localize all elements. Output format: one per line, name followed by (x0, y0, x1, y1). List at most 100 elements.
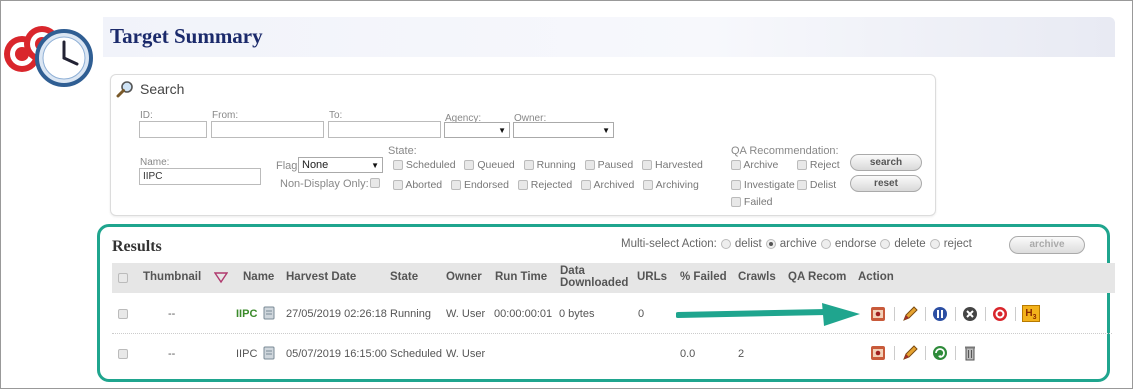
row-crawls: 2 (738, 348, 745, 360)
state-running[interactable]: Running (523, 159, 576, 171)
divider (925, 346, 926, 360)
state-scheduled[interactable]: Scheduled (393, 159, 456, 171)
divider (955, 346, 956, 360)
row-run-time: 00:00:00:01 (494, 308, 553, 320)
chevron-down-icon: ▼ (602, 125, 610, 135)
abort-icon[interactable] (962, 306, 978, 322)
state-archiving[interactable]: Archiving (643, 179, 699, 191)
archive-button[interactable]: archive (1009, 236, 1085, 254)
flag-select[interactable]: None ▼ (298, 157, 383, 173)
radio-archive-label: archive (779, 238, 817, 250)
col-thumbnail: Thumbnail (143, 271, 202, 283)
chevron-down-icon: ▼ (498, 125, 506, 135)
row-name[interactable]: IIPC (236, 348, 257, 360)
col-run-time: Run Time (495, 271, 548, 283)
divider (894, 307, 895, 321)
state-label: State: (388, 145, 417, 157)
pencil-icon[interactable] (902, 306, 918, 322)
divider (955, 307, 956, 321)
page-title: Target Summary (110, 24, 263, 48)
qa-archive[interactable]: Archive (731, 159, 778, 171)
col-harvest-date: Harvest Date (286, 271, 357, 283)
radio-delete[interactable] (880, 239, 891, 249)
state-row-2: Aborted Endorsed Rejected Archived Archi… (393, 179, 705, 191)
flag-filter-icon[interactable] (214, 271, 228, 285)
multi-select-action: Multi-select Action: delist archive endo… (621, 238, 972, 250)
results-title: Results (112, 238, 162, 255)
trash-icon[interactable] (962, 345, 978, 361)
chevron-down-icon: ▼ (371, 160, 379, 170)
flag-select-value: None (302, 159, 329, 171)
col-data-downloaded: Data Downloaded (560, 265, 629, 289)
qa-investigate[interactable]: Investigate (731, 179, 795, 191)
to-input[interactable] (328, 121, 441, 138)
state-paused[interactable]: Paused (584, 159, 633, 171)
col-owner: Owner (446, 271, 482, 283)
row-thumbnail: -- (168, 308, 176, 320)
row-harvest-date: 05/07/2019 16:15:00 (286, 348, 387, 360)
name-label: Name: (140, 157, 170, 168)
row-harvest-date: 27/05/2019 02:26:18 (286, 308, 387, 320)
radio-endorse[interactable] (820, 239, 831, 249)
row-name[interactable]: IIPC (236, 308, 257, 320)
divider (985, 307, 986, 321)
radio-delete-label: delete (894, 238, 926, 250)
row-checkbox[interactable] (118, 309, 128, 319)
qa-delist[interactable]: Delist (797, 179, 836, 191)
radio-reject[interactable] (929, 239, 940, 249)
id-label: ID: (140, 110, 153, 121)
target-clock-logo (4, 26, 93, 87)
state-endorsed[interactable]: Endorsed (451, 179, 509, 191)
divider (1015, 307, 1016, 321)
divider (894, 346, 895, 360)
from-input[interactable] (211, 121, 324, 138)
state-archived[interactable]: Archived (581, 179, 634, 191)
radio-archive[interactable] (765, 239, 776, 249)
qa-reject[interactable]: Reject (797, 159, 840, 171)
non-display-checkbox[interactable] (370, 178, 380, 188)
stop-icon[interactable] (992, 306, 1008, 322)
multi-select-label: Multi-select Action: (621, 238, 717, 250)
row-data-downloaded: 0 bytes (559, 308, 595, 320)
view-target-icon[interactable] (870, 306, 886, 322)
col-qa-recom: QA Recom (788, 271, 847, 283)
state-aborted[interactable]: Aborted (393, 179, 442, 191)
col-state: State (390, 271, 419, 283)
radio-delist[interactable] (720, 239, 731, 249)
state-harvested[interactable]: Harvested (642, 159, 703, 171)
run-now-icon[interactable] (932, 345, 948, 361)
pause-icon[interactable] (932, 306, 948, 322)
row-state: Running (390, 308, 431, 320)
document-icon[interactable] (263, 306, 275, 320)
state-queued[interactable]: Queued (464, 159, 515, 171)
radio-endorse-label: endorse (834, 238, 877, 250)
name-input[interactable]: IIPC (139, 168, 261, 185)
state-row-1: Scheduled Queued Running Paused Harveste… (393, 159, 709, 171)
view-target-icon[interactable] (870, 345, 886, 361)
search-button[interactable]: search (850, 154, 922, 171)
row-thumbnail: -- (168, 348, 176, 360)
row-checkbox[interactable] (118, 349, 128, 359)
select-all-checkbox[interactable] (118, 273, 128, 283)
document-icon[interactable] (263, 346, 275, 360)
qa-failed[interactable]: Failed (731, 196, 773, 208)
search-header: Search (116, 80, 184, 98)
row-failed: 0.0 (680, 348, 696, 360)
flag-label: Flag: (276, 160, 301, 172)
qa-label: QA Recommendation: (731, 145, 839, 157)
agency-select[interactable]: ▼ (444, 122, 510, 138)
row-owner: W. User (446, 348, 486, 360)
pencil-icon[interactable] (902, 345, 918, 361)
h3-icon[interactable]: H3 (1022, 305, 1040, 322)
owner-select[interactable]: ▼ (513, 122, 614, 138)
row-separator (112, 333, 1112, 334)
state-rejected[interactable]: Rejected (517, 179, 572, 191)
annotation-arrow (676, 303, 860, 326)
magnifier-icon (116, 81, 133, 98)
id-input[interactable] (139, 121, 207, 138)
search-title: Search (140, 81, 185, 97)
col-urls: URLs (637, 271, 668, 283)
reset-button[interactable]: reset (850, 175, 922, 192)
col-failed: % Failed (680, 271, 727, 283)
col-crawls: Crawls (738, 271, 776, 283)
